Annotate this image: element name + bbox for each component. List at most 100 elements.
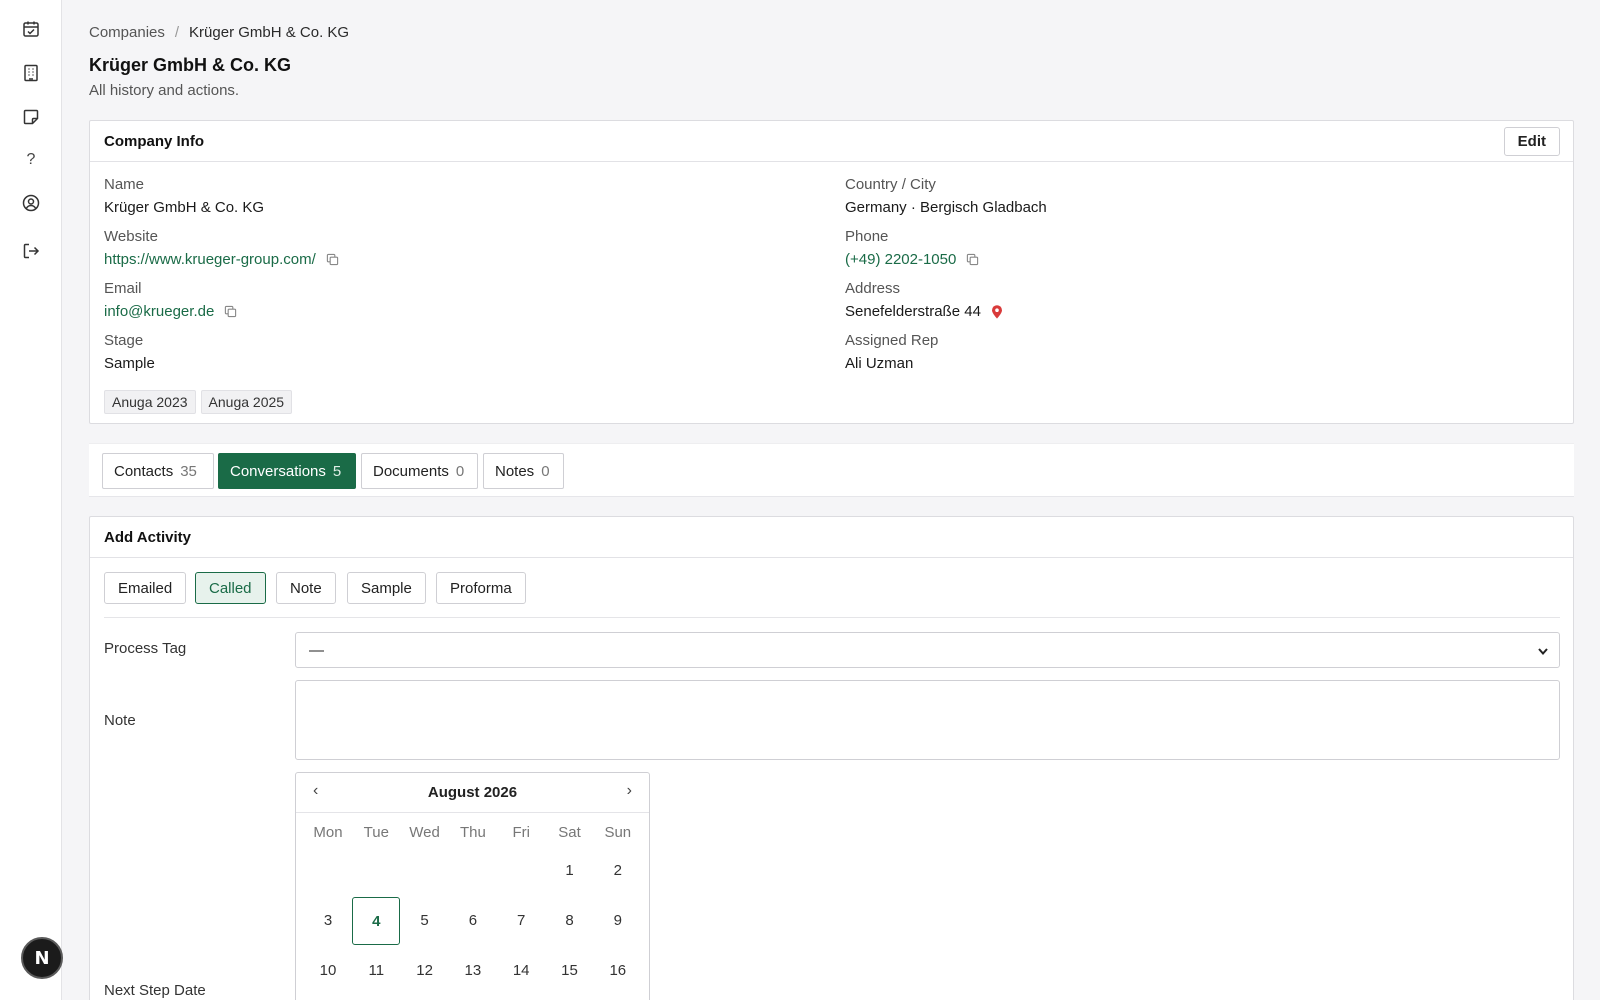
edit-button[interactable]: Edit (1503, 127, 1560, 156)
phone-link[interactable]: (+49) 2202-1050 (845, 251, 956, 268)
tab-label: Documents (373, 462, 449, 480)
sticky-note-icon[interactable] (19, 105, 43, 129)
copy-icon[interactable] (966, 253, 979, 266)
weekday-label: Mon (313, 824, 343, 841)
field-country-city-value: Germany · Bergisch Gladbach (845, 199, 1047, 216)
field-name: Name Krüger GmbH & Co. KG (104, 176, 264, 216)
company-info-card: Company Info Edit Name Krüger GmbH & Co.… (89, 120, 1574, 424)
breadcrumb-parent[interactable]: Companies (89, 24, 165, 41)
logout-icon[interactable] (19, 239, 43, 263)
tab-count: 0 (455, 462, 465, 480)
activity-type-proforma[interactable]: Proforma (436, 572, 526, 604)
field-stage-label: Stage (104, 332, 144, 349)
field-address-value: Senefelderstraße 44 (845, 303, 981, 320)
user-circle-icon[interactable] (19, 191, 43, 215)
field-assigned-rep: Assigned Rep Ali Uzman (845, 332, 938, 372)
copy-icon[interactable] (224, 305, 237, 318)
calendar-day[interactable]: 5 (401, 897, 449, 945)
field-website: Website https://www.krueger-group.com/ (104, 228, 339, 268)
calendar-day[interactable]: 14 (497, 947, 545, 995)
calendar-day[interactable]: 16 (594, 947, 642, 995)
add-activity-card: Add Activity Emailed Called Note Sample … (89, 516, 1574, 1000)
tag: Anuga 2025 (200, 390, 293, 414)
weekday-label: Wed (409, 824, 440, 841)
next-month-button[interactable]: › (627, 782, 632, 800)
field-country-city-label: Country / City (845, 176, 936, 193)
field-assigned-rep-value: Ali Uzman (845, 355, 914, 372)
field-stage: Stage Sample (104, 332, 155, 372)
field-country-city: Country / City Germany · Bergisch Gladba… (845, 176, 1047, 216)
app-badge[interactable]: N (21, 937, 63, 979)
page-title: Krüger GmbH & Co. KG (89, 55, 292, 75)
tab-contacts[interactable]: Contacts 35 (102, 453, 214, 489)
tab-conversations[interactable]: Conversations 5 (218, 453, 356, 489)
next-step-date-label: Next Step Date (104, 982, 206, 999)
tab-label: Contacts (114, 462, 174, 480)
app-badge-letter: N (34, 947, 50, 969)
tab-count: 5 (332, 462, 342, 480)
website-link[interactable]: https://www.krueger-group.com/ (104, 251, 316, 268)
tab-notes[interactable]: Notes 0 (483, 453, 564, 489)
tag-list: Anuga 2023 Anuga 2025 (104, 390, 293, 414)
tab-count: 0 (541, 462, 550, 480)
field-stage-value: Sample (104, 355, 155, 372)
calendar-day-selected[interactable]: 4 (352, 897, 401, 945)
tag: Anuga 2023 (104, 390, 196, 414)
tabs-bar: Contacts 35 Conversations 5 Documents 0 Not… (89, 443, 1574, 497)
tab-label: Notes (495, 462, 535, 480)
calendar-check-icon[interactable] (19, 17, 43, 41)
breadcrumb: Companies / Krüger GmbH & Co. KG (89, 24, 349, 41)
field-email-label: Email (104, 280, 142, 297)
breadcrumb-current: Krüger GmbH & Co. KG (189, 24, 350, 41)
calendar-day[interactable]: 1 (546, 847, 594, 895)
sidebar: ? (0, 0, 62, 1000)
email-link[interactable]: info@krueger.de (104, 303, 214, 320)
field-address: Address Senefelderstraße 44 (845, 280, 1003, 320)
note-textarea[interactable] (295, 680, 1560, 760)
map-pin-icon[interactable] (991, 304, 1003, 319)
weekday-label: Tue (363, 824, 389, 841)
calendar-day[interactable]: 7 (497, 897, 545, 945)
tab-documents[interactable]: Documents 0 (361, 453, 478, 489)
building-icon[interactable] (19, 61, 43, 85)
field-name-value: Krüger GmbH & Co. KG (104, 199, 265, 216)
process-tag-select[interactable]: — (295, 632, 1560, 668)
field-phone-label: Phone (845, 228, 889, 245)
calendar-day[interactable]: 9 (594, 897, 642, 945)
calendar-day[interactable]: 15 (546, 947, 594, 995)
calendar-day[interactable]: 3 (304, 897, 352, 945)
process-tag-label: Process Tag (104, 640, 187, 657)
date-picker: ‹ August 2026 › Mon Tue Wed Thu Fri Sat Sun 1 2 3… (295, 772, 650, 1000)
divider (104, 617, 1560, 618)
field-assigned-rep-label: Assigned Rep (845, 332, 939, 349)
company-info-title: Company Info (104, 132, 204, 150)
calendar-day[interactable]: 8 (546, 897, 594, 945)
copy-icon[interactable] (326, 253, 339, 266)
calendar-day[interactable]: 10 (304, 947, 352, 995)
activity-type-note[interactable]: Note (276, 572, 336, 604)
help-icon[interactable]: ? (19, 148, 43, 172)
calendar-day[interactable]: 6 (449, 897, 497, 945)
activity-type-emailed[interactable]: Emailed (104, 572, 187, 604)
tab-count: 35 (180, 462, 197, 480)
field-website-label: Website (104, 228, 158, 245)
activity-type-sample[interactable]: Sample (347, 572, 426, 604)
field-name-label: Name (104, 176, 145, 193)
help-glyph: ? (26, 151, 36, 168)
page-subtitle: All history and actions. (89, 82, 240, 99)
weekday-label: Sun (604, 824, 632, 841)
note-label: Note (104, 712, 136, 729)
activity-type-called[interactable]: Called (195, 572, 266, 604)
field-email: Email info@krueger.de (104, 280, 237, 320)
add-activity-title: Add Activity (104, 528, 191, 546)
weekday-label: Thu (459, 824, 486, 841)
weekday-label: Sat (558, 824, 581, 841)
calendar-day[interactable]: 2 (594, 847, 642, 895)
calendar-day[interactable]: 12 (401, 947, 449, 995)
field-phone: Phone (+49) 2202-1050 (845, 228, 979, 268)
tab-label: Conversations (230, 462, 326, 480)
chevron-down-icon (1537, 644, 1549, 656)
calendar-month-label: August 2026 (427, 784, 518, 801)
calendar-day[interactable]: 13 (449, 947, 497, 995)
calendar-day[interactable]: 11 (352, 947, 400, 995)
